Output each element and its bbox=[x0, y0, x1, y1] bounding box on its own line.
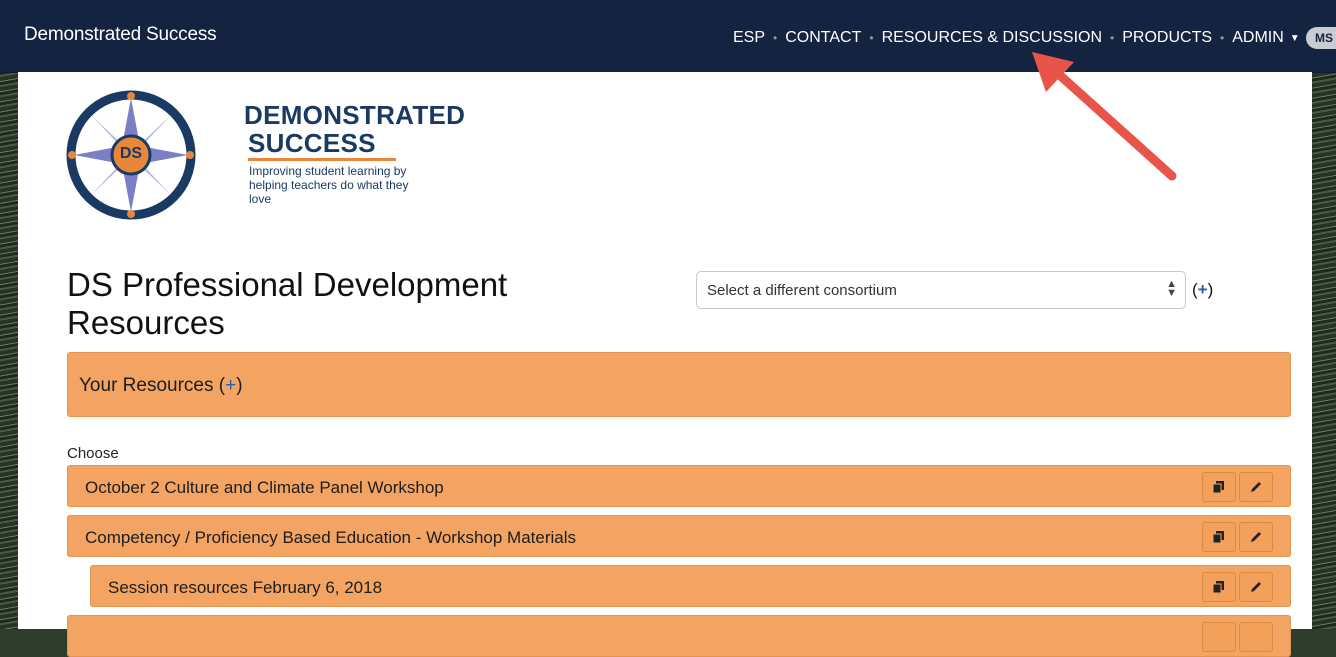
logo: DS DEMONSTRATED SUCCESS Improving studen… bbox=[66, 90, 465, 225]
caret-down-icon: ▼ bbox=[1289, 33, 1300, 44]
edit-button[interactable] bbox=[1239, 472, 1273, 502]
user-avatar[interactable]: MS bbox=[1306, 27, 1336, 49]
consortium-select-value: Select a different consortium bbox=[707, 282, 897, 299]
nav-item-admin[interactable]: ADMIN ▼ bbox=[1232, 29, 1299, 47]
your-resources-label: Your Resources bbox=[79, 375, 214, 396]
copy-button[interactable] bbox=[1202, 622, 1236, 652]
choose-label: Choose bbox=[67, 445, 119, 462]
nav-item-admin-label: ADMIN bbox=[1232, 29, 1284, 46]
paren-close: ) bbox=[1207, 280, 1214, 299]
logo-swoosh bbox=[248, 158, 396, 161]
nav-item-products[interactable]: PRODUCTS bbox=[1122, 29, 1212, 47]
copy-icon bbox=[1212, 581, 1224, 594]
copy-button[interactable] bbox=[1202, 522, 1236, 552]
row-actions bbox=[1199, 522, 1273, 552]
nav-separator: • bbox=[1220, 31, 1225, 45]
resource-title[interactable]: Competency / Proficiency Based Education… bbox=[85, 528, 576, 548]
row-actions bbox=[1199, 472, 1273, 502]
nav-separator: • bbox=[1110, 31, 1115, 45]
edit-button[interactable] bbox=[1239, 572, 1273, 602]
nav-menu: ESP • CONTACT • RESOURCES & DISCUSSION •… bbox=[733, 28, 1300, 48]
copy-button[interactable] bbox=[1202, 472, 1236, 502]
logo-line-1: DEMONSTRATED bbox=[244, 100, 466, 130]
resource-row[interactable] bbox=[67, 615, 1291, 657]
nav-item-esp[interactable]: ESP bbox=[733, 29, 765, 47]
nav-item-resources-discussion[interactable]: RESOURCES & DISCUSSION bbox=[882, 29, 1102, 47]
brand-link[interactable]: Demonstrated Success bbox=[24, 24, 217, 46]
nav-item-contact[interactable]: CONTACT bbox=[785, 29, 861, 47]
consortium-select[interactable]: Select a different consortium ▲ ▼ bbox=[696, 271, 1186, 309]
resource-row[interactable]: Competency / Proficiency Based Education… bbox=[67, 515, 1291, 557]
edit-button[interactable] bbox=[1239, 622, 1273, 652]
pencil-icon bbox=[1251, 582, 1261, 592]
logo-line-2: SUCCESS bbox=[248, 128, 376, 158]
nav-separator: • bbox=[869, 31, 874, 45]
logo-tagline-2: helping teachers do what they love bbox=[249, 178, 409, 206]
background-foliage-left bbox=[0, 72, 18, 629]
nav-separator: • bbox=[773, 31, 778, 45]
your-resources-label-group: Your Resources (+) bbox=[79, 375, 243, 397]
edit-button[interactable] bbox=[1239, 522, 1273, 552]
add-resource-button[interactable]: (+) bbox=[219, 375, 243, 396]
resource-row[interactable]: Session resources February 6, 2018 bbox=[90, 565, 1291, 607]
logo-tagline-1: Improving student learning by bbox=[249, 164, 407, 178]
resource-title[interactable]: October 2 Culture and Climate Panel Work… bbox=[85, 478, 444, 498]
pencil-icon bbox=[1251, 482, 1261, 492]
select-arrows-icon: ▲ ▼ bbox=[1166, 278, 1177, 299]
row-actions bbox=[1199, 572, 1273, 602]
resource-row[interactable]: October 2 Culture and Climate Panel Work… bbox=[67, 465, 1291, 507]
your-resources-header: Your Resources (+) bbox=[67, 352, 1291, 417]
resource-title[interactable]: Session resources February 6, 2018 bbox=[108, 578, 382, 598]
plus-icon: + bbox=[1197, 280, 1208, 299]
copy-icon bbox=[1212, 481, 1224, 494]
row-actions bbox=[1199, 622, 1273, 652]
add-consortium-button[interactable]: (+) bbox=[1192, 280, 1213, 300]
page-title: DS Professional Development Resources bbox=[67, 266, 508, 341]
annotation-arrow-icon bbox=[1032, 52, 1177, 181]
plus-icon: + bbox=[225, 375, 237, 396]
pencil-icon bbox=[1251, 532, 1261, 542]
paren-close: ) bbox=[236, 375, 243, 396]
copy-button[interactable] bbox=[1202, 572, 1236, 602]
copy-icon bbox=[1212, 531, 1224, 544]
logo-badge: DS bbox=[119, 145, 143, 162]
